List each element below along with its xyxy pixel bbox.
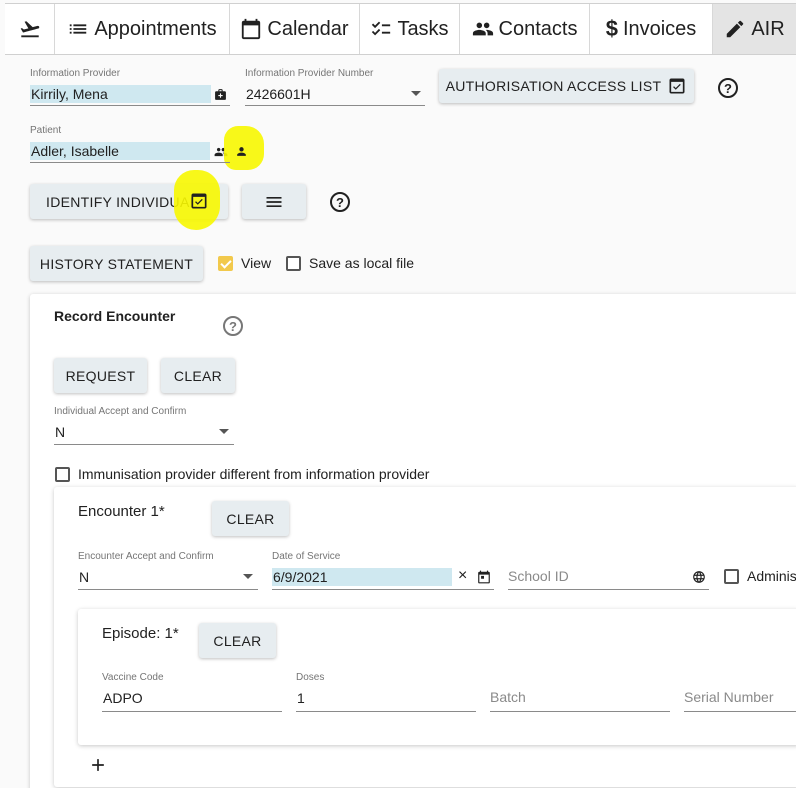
encounter-clear-button[interactable]: CLEAR <box>212 501 289 536</box>
help-icon[interactable]: ? <box>718 78 738 98</box>
provider-number-underline <box>245 105 425 106</box>
tab-calendar[interactable]: Calendar <box>230 4 360 54</box>
auth-button-label: AUTHORISATION ACCESS LIST <box>445 78 662 94</box>
pencil-icon <box>727 20 744 38</box>
authorisation-access-list-button[interactable]: AUTHORISATION ACCESS LIST <box>439 69 694 103</box>
individual-accept-label: Individual Accept and Confirm <box>54 406 187 417</box>
dollar-icon: $ <box>605 16 618 41</box>
batch-underline <box>490 711 670 712</box>
calendar-icon[interactable] <box>477 570 491 584</box>
encounter-accept-underline <box>78 589 258 590</box>
date-of-service-label: Date of Service <box>272 551 341 562</box>
record-encounter-title: Record Encounter <box>54 308 176 324</box>
chevron-down-icon[interactable] <box>411 91 421 96</box>
tab-invoices-label: Invoices <box>622 17 697 40</box>
info-provider-underline <box>30 105 230 106</box>
patient-label: Patient <box>30 125 62 136</box>
save-local-label: Save as local file <box>309 255 415 271</box>
calendar-check-icon <box>669 78 685 94</box>
clear-button-label: CLEAR <box>173 367 223 384</box>
tab-contacts-label: Contacts <box>498 17 578 40</box>
batch-input[interactable]: Batch <box>490 689 526 705</box>
help-icon[interactable]: ? <box>223 316 243 336</box>
airplane-takeoff-icon <box>20 21 39 38</box>
serial-number-input[interactable]: Serial Number <box>684 689 773 705</box>
tab-appointments[interactable]: Appointments <box>55 4 230 54</box>
tab-tasks[interactable]: Tasks <box>360 4 460 54</box>
hamburger-menu-icon <box>266 196 282 207</box>
plus-icon[interactable] <box>88 755 108 775</box>
menu-button[interactable] <box>242 184 306 219</box>
calendar-check-icon[interactable] <box>189 191 209 211</box>
episode-clear-button[interactable]: CLEAR <box>199 623 276 658</box>
encounter-clear-label: CLEAR <box>226 510 275 527</box>
view-label: View <box>241 255 272 271</box>
vaccine-code-label: Vaccine Code <box>102 672 164 683</box>
tab-invoices[interactable]: $ Invoices <box>590 4 713 54</box>
episode-title: Episode: 1* <box>102 625 179 642</box>
encounter-accept-select[interactable]: N <box>78 568 228 586</box>
administered-overseas-checkbox[interactable] <box>724 569 739 584</box>
tab-air[interactable]: AIR <box>713 4 796 54</box>
request-button-label: REQUEST <box>65 367 136 384</box>
clear-button[interactable]: CLEAR <box>161 358 235 393</box>
save-local-checkbox[interactable] <box>286 256 301 271</box>
episode-card <box>78 609 796 745</box>
history-button-label: HISTORY STATEMENT <box>39 255 194 272</box>
provider-number-select[interactable]: 2426601H <box>245 85 395 103</box>
info-provider-label: Information Provider <box>30 68 121 79</box>
tab-air-label: AIR <box>751 17 785 40</box>
globe-icon[interactable] <box>692 570 706 584</box>
encounter-accept-label: Encounter Accept and Confirm <box>78 551 214 562</box>
clear-date-icon[interactable]: × <box>458 567 467 585</box>
list-icon <box>70 24 87 34</box>
info-provider-input[interactable]: Kirrily, Mena <box>30 85 211 103</box>
top-nav: Appointments Calendar Tasks Contacts $ I… <box>5 3 796 55</box>
request-button[interactable]: REQUEST <box>54 358 147 393</box>
vaccine-code-underline <box>102 711 282 712</box>
patient-input[interactable]: Adler, Isabelle <box>30 142 210 160</box>
chevron-down-icon[interactable] <box>219 429 229 434</box>
tab-calendar-label: Calendar <box>267 17 349 40</box>
different-provider-label: Immunisation provider different from inf… <box>78 466 430 482</box>
serial-number-underline <box>684 711 796 712</box>
chevron-down-icon[interactable] <box>243 574 253 579</box>
person-icon[interactable] <box>235 145 248 158</box>
date-of-service-underline <box>272 589 494 590</box>
patient-underline <box>30 162 230 163</box>
individual-accept-select[interactable]: N <box>54 423 204 441</box>
medical-bag-icon[interactable] <box>214 88 227 101</box>
doses-label: Doses <box>296 672 325 683</box>
provider-number-label: Information Provider Number <box>245 68 374 79</box>
tab-contacts[interactable]: Contacts <box>460 4 590 54</box>
help-icon[interactable]: ? <box>330 192 350 212</box>
school-id-input[interactable]: School ID <box>508 568 569 584</box>
episode-clear-label: CLEAR <box>213 632 262 649</box>
tab-tasks-label: Tasks <box>397 17 449 40</box>
doses-input[interactable]: 1 <box>296 689 466 707</box>
checklist-icon <box>372 21 391 36</box>
view-checkbox[interactable] <box>218 256 233 271</box>
tab-appointments-label: Appointments <box>94 17 217 40</box>
date-of-service-input[interactable]: 6/9/2021 <box>272 568 452 586</box>
history-statement-button[interactable]: HISTORY STATEMENT <box>30 246 203 281</box>
administered-label: Adminis <box>747 568 796 584</box>
tab-travel[interactable] <box>5 4 55 54</box>
vaccine-code-input[interactable]: ADPO <box>102 689 272 707</box>
different-provider-checkbox[interactable] <box>55 467 70 482</box>
school-id-underline <box>508 589 709 590</box>
encounter-title: Encounter 1* <box>78 503 165 520</box>
doses-underline <box>296 711 476 712</box>
individual-accept-underline <box>54 444 234 445</box>
calendar-icon <box>242 18 261 40</box>
people-icon <box>472 22 493 36</box>
